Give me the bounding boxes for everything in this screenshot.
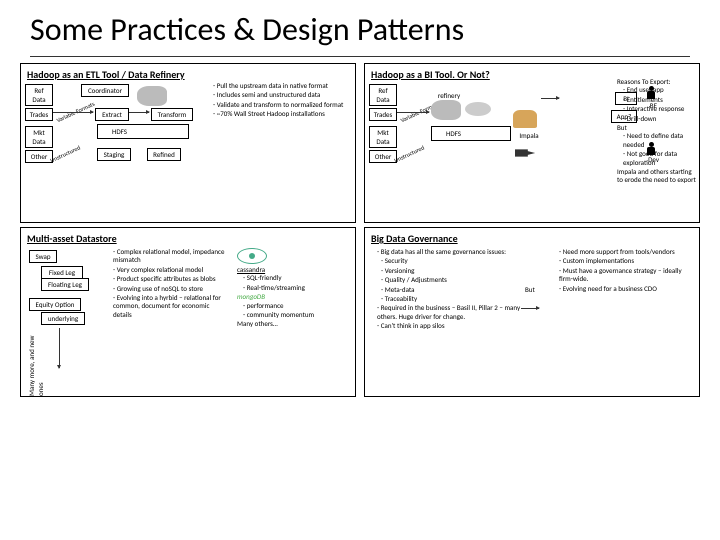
q4-right: Need more support from tools/vendors Cus… — [553, 248, 693, 332]
drill-icon — [515, 146, 537, 160]
arrow — [521, 308, 539, 309]
box-floating-leg: Floating Leg — [41, 278, 89, 291]
q4-title: Big Data Governance — [371, 232, 693, 245]
q4-left: Big data has all the same governance iss… — [371, 248, 521, 332]
box-mkt-data: Mkt Data — [25, 126, 53, 148]
box-ref-data: Ref Data — [25, 84, 53, 106]
arrow-down — [59, 328, 60, 368]
impala-icon — [513, 110, 537, 128]
box-equity-option: Equity Option — [29, 298, 81, 311]
quadrant-bi: Hadoop as a BI Tool. Or Not? Ref Data Tr… — [364, 63, 700, 223]
box-hdfs: HDFS — [97, 124, 189, 139]
box-trades: Trades — [25, 108, 53, 121]
arrow — [541, 98, 559, 99]
box-swap: Swap — [29, 250, 57, 263]
label-many-others: Many others… — [237, 320, 347, 328]
cassandra-icon — [237, 248, 267, 264]
label-impala: Impala — [515, 130, 543, 141]
box-underlying: underlying — [41, 312, 85, 325]
q3-mid-bullets: Complex relational model, impedance mism… — [107, 248, 227, 319]
q3-db-col: cassandra SQL-friendly Real-time/streami… — [237, 248, 347, 329]
box-extract: Extract — [95, 108, 129, 121]
box-transform: Transform — [151, 108, 193, 121]
label-but: But — [525, 286, 549, 294]
quadrant-etl: Hadoop as an ETL Tool / Data Refinery Re… — [20, 63, 356, 223]
arrow — [397, 112, 429, 113]
label-unstructured-2: Unstructured — [393, 144, 426, 165]
box-refined: Refined — [147, 148, 181, 161]
rhino-icon — [137, 86, 167, 106]
box-coordinator: Coordinator — [81, 84, 129, 97]
box-mkt-data-2: Mkt Data — [369, 126, 397, 148]
box-trades-2: Trades — [369, 108, 397, 121]
slide-title: Some Practices & Design Patterns — [0, 0, 720, 55]
q3-title: Multi-asset Datastore — [27, 232, 349, 245]
quadrant-multiasset: Multi-asset Datastore Swap Fixed Leg Flo… — [20, 227, 356, 397]
rhino-icon-2 — [431, 100, 461, 120]
cloud-icon — [465, 102, 491, 116]
label-unstructured: Unstructured — [49, 144, 82, 165]
q2-side: Reasons To Export: End user app Entitlem… — [617, 78, 697, 185]
quadrant-governance: Big Data Governance Big data has all the… — [364, 227, 700, 397]
label-many-more: Many more, and new ones — [27, 328, 45, 396]
box-staging: Staging — [97, 148, 131, 161]
arrow — [129, 112, 149, 113]
arrow — [53, 112, 93, 113]
q1-bullets: Pull the upstream data in native format … — [207, 82, 347, 119]
q1-title: Hadoop as an ETL Tool / Data Refinery — [27, 68, 349, 81]
box-hdfs-2: HDFS — [431, 126, 511, 141]
box-ref-data-2: Ref Data — [369, 84, 397, 106]
